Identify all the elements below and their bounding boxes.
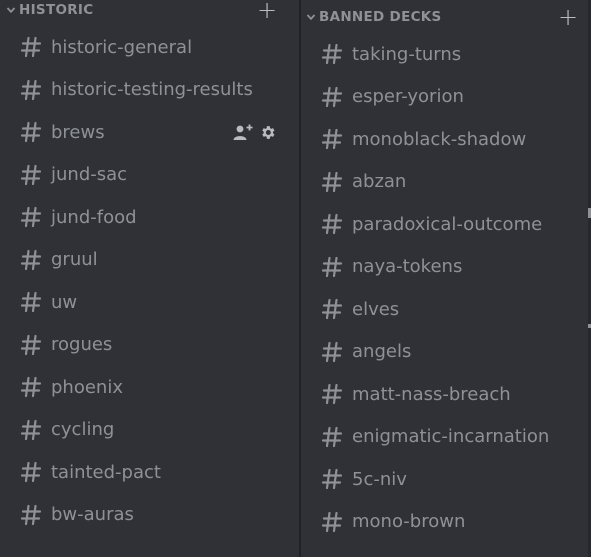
channel-label: uw bbox=[51, 291, 78, 313]
hashtag-icon bbox=[321, 426, 343, 448]
hashtag-icon bbox=[20, 334, 42, 356]
channel-item[interactable]: gruul bbox=[20, 243, 290, 277]
channel-label: paradoxical-outcome bbox=[352, 213, 543, 235]
channel-item[interactable]: abzan bbox=[321, 165, 591, 199]
gear-icon[interactable] bbox=[259, 124, 276, 141]
category-title: HISTORIC bbox=[19, 2, 94, 18]
category-header-banned-decks[interactable]: BANNED DECKS bbox=[306, 7, 442, 27]
channel-item[interactable]: paradoxical-outcome bbox=[321, 207, 591, 241]
channel-item[interactable]: tainted-pact bbox=[20, 455, 290, 489]
channel-label: angels bbox=[352, 341, 412, 362]
channel-item[interactable]: historic-general bbox=[20, 30, 290, 64]
hashtag-icon bbox=[321, 43, 343, 65]
channel-item[interactable]: rogues bbox=[20, 328, 290, 362]
chevron-down-icon bbox=[6, 5, 16, 15]
channel-label: taking-turns bbox=[352, 43, 462, 65]
hashtag-icon bbox=[321, 298, 343, 320]
hashtag-icon bbox=[20, 249, 42, 271]
channel-label: jund-sac bbox=[51, 164, 128, 185]
historic-channel-list: HISTORIC + historic-general historic-test… bbox=[0, 0, 299, 557]
hashtag-icon bbox=[321, 383, 343, 405]
channel-item[interactable]: phoenix bbox=[20, 370, 290, 404]
channel-label: esper-yorion bbox=[352, 86, 464, 107]
channel-item[interactable]: uw bbox=[20, 285, 290, 319]
add-member-icon[interactable] bbox=[233, 123, 253, 141]
channel-label: phoenix bbox=[51, 376, 123, 398]
channel-label: monoblack-shadow bbox=[352, 128, 527, 150]
hashtag-icon bbox=[321, 511, 343, 533]
channel-item[interactable]: brews bbox=[20, 115, 290, 149]
channel-label: jund-food bbox=[51, 206, 137, 228]
hashtag-icon bbox=[20, 164, 42, 186]
channel-label: historic-testing-results bbox=[51, 79, 253, 100]
channel-item[interactable]: historic-testing-results bbox=[20, 73, 290, 107]
channel-label: mono-brown bbox=[352, 511, 466, 532]
channel-actions bbox=[233, 123, 276, 141]
channel-label: 5c-niv bbox=[352, 468, 407, 490]
channel-item[interactable]: naya-tokens bbox=[321, 250, 591, 284]
channel-label: historic-general bbox=[51, 36, 193, 58]
channel-label: tainted-pact bbox=[51, 461, 161, 483]
hashtag-icon bbox=[20, 291, 42, 313]
hashtag-icon bbox=[321, 341, 343, 363]
channel-label: cycling bbox=[51, 419, 115, 440]
hashtag-icon bbox=[321, 213, 343, 235]
hashtag-icon bbox=[321, 86, 343, 108]
channel-item[interactable]: cycling bbox=[20, 413, 290, 447]
hashtag-icon bbox=[20, 504, 42, 526]
channel-item[interactable]: angels bbox=[321, 335, 591, 369]
channel-label: naya-tokens bbox=[352, 256, 463, 277]
add-channel-button[interactable]: + bbox=[558, 5, 578, 29]
hashtag-icon bbox=[20, 79, 42, 101]
chevron-down-icon bbox=[306, 12, 316, 22]
channel-label: gruul bbox=[51, 249, 98, 270]
banned-decks-channel-list: BANNED DECKS + taking-turns esper-yorion m… bbox=[301, 4, 591, 557]
channel-item[interactable]: 5c-niv bbox=[321, 462, 591, 496]
channel-item[interactable]: matt-nass-breach bbox=[321, 377, 591, 411]
hashtag-icon bbox=[321, 256, 343, 278]
hashtag-icon bbox=[20, 36, 42, 58]
hashtag-icon bbox=[20, 376, 42, 398]
channel-item[interactable]: taking-turns bbox=[321, 37, 591, 71]
channel-label: matt-nass-breach bbox=[352, 383, 511, 405]
hashtag-icon bbox=[20, 461, 42, 483]
channel-item[interactable]: elves bbox=[321, 292, 591, 326]
hashtag-icon bbox=[321, 468, 343, 490]
channel-item[interactable]: esper-yorion bbox=[321, 80, 591, 114]
hashtag-icon bbox=[20, 206, 42, 228]
hashtag-icon bbox=[321, 128, 343, 150]
channel-label: elves bbox=[352, 298, 400, 320]
channel-label: brews bbox=[51, 121, 105, 143]
category-header-historic[interactable]: HISTORIC bbox=[6, 0, 93, 20]
hashtag-icon bbox=[20, 419, 42, 441]
channel-item[interactable]: bw-auras bbox=[20, 498, 290, 532]
channel-item[interactable]: jund-sac bbox=[20, 158, 290, 192]
channel-label: enigmatic-incarnation bbox=[352, 426, 550, 447]
channel-item[interactable]: enigmatic-incarnation bbox=[321, 420, 591, 454]
channel-item[interactable]: jund-food bbox=[20, 200, 290, 234]
hashtag-icon bbox=[20, 121, 42, 143]
channel-label: rogues bbox=[51, 334, 113, 355]
channel-label: abzan bbox=[352, 171, 407, 192]
channel-label: bw-auras bbox=[51, 504, 134, 525]
add-channel-button[interactable]: + bbox=[257, 0, 277, 22]
channel-item[interactable]: monoblack-shadow bbox=[321, 122, 591, 156]
channel-item[interactable]: mono-brown bbox=[321, 505, 591, 539]
category-title: BANNED DECKS bbox=[319, 9, 442, 25]
hashtag-icon bbox=[321, 171, 343, 193]
